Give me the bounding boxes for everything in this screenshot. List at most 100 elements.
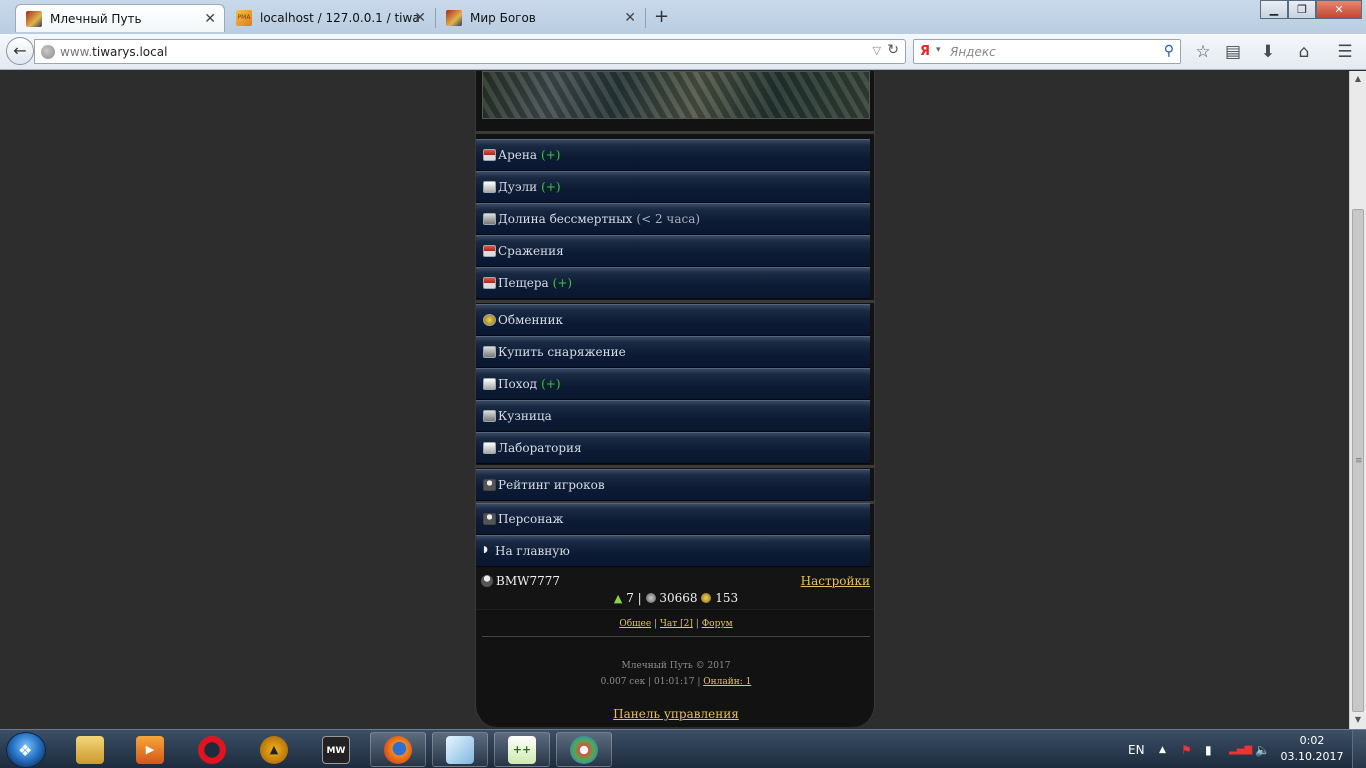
tab-separator: [645, 8, 646, 28]
folder-icon: [76, 735, 104, 764]
home-icon[interactable]: ⌂: [1293, 42, 1315, 62]
aimp-taskbar-button[interactable]: ▲: [246, 732, 302, 767]
reading-list-icon[interactable]: ▤: [1222, 42, 1244, 62]
downloads-icon[interactable]: ⬇: [1257, 42, 1279, 62]
notepadpp-taskbar-button[interactable]: ++: [494, 732, 550, 767]
back-button[interactable]: ←: [6, 37, 34, 65]
yandex-logo-icon[interactable]: Я: [920, 44, 930, 59]
network-icon[interactable]: ▂▄▆: [1229, 730, 1252, 768]
language-indicator[interactable]: EN: [1128, 730, 1145, 768]
tab-title: Млечный Путь: [50, 11, 142, 26]
menu-item-label: Пещера: [498, 276, 549, 290]
device-icon[interactable]: ▮: [1205, 730, 1212, 768]
system-clock[interactable]: 0:02 03.10.2017: [1278, 733, 1346, 765]
status-plus: (+): [552, 276, 573, 290]
gold-value: 153: [715, 591, 739, 605]
paint-taskbar-button[interactable]: [556, 732, 612, 767]
search-placeholder[interactable]: Яндекс: [950, 45, 996, 59]
close-window-button[interactable]: ✕: [1316, 0, 1362, 19]
url-text[interactable]: www.tiwarys.local: [60, 45, 167, 59]
bookmark-star-icon[interactable]: ☆: [1192, 42, 1214, 62]
menu-item-label: Дуэли: [498, 180, 538, 194]
show-hidden-icons-icon[interactable]: ▲: [1159, 730, 1166, 768]
globe-icon: [41, 45, 55, 59]
notes-taskbar-button[interactable]: [432, 732, 488, 767]
search-icon[interactable]: ⚲: [1164, 43, 1174, 59]
volume-icon[interactable]: 🔈: [1255, 730, 1270, 768]
tab-phpmyadmin[interactable]: PMA localhost / 127.0.0.1 / tiwar... ✕: [226, 4, 434, 32]
scroll-thumb[interactable]: ≡: [1352, 209, 1364, 712]
minimize-button[interactable]: ▁: [1260, 0, 1288, 19]
nfs-taskbar-button[interactable]: MW: [308, 732, 364, 767]
menu-item-character[interactable]: Персонаж: [476, 503, 870, 535]
online-link[interactable]: Онлайн: 1: [703, 677, 751, 687]
windows-logo-icon: ❖: [18, 741, 33, 760]
duel-icon: [483, 181, 496, 193]
clock-time: 0:02: [1299, 734, 1325, 747]
firefox-taskbar-button[interactable]: [370, 732, 426, 767]
tab-mlechny-put[interactable]: Млечный Путь ✕: [15, 4, 225, 32]
menu-item-label: Обменник: [498, 313, 563, 327]
menu-item-campaign[interactable]: Поход (+): [476, 368, 870, 400]
silver-coin-icon: [645, 593, 656, 603]
menu-item-home[interactable]: ◗ На главную: [476, 535, 870, 567]
close-icon[interactable]: ✕: [414, 10, 426, 26]
start-button[interactable]: ❖: [6, 732, 46, 768]
menu-item-exchange[interactable]: Обменник: [476, 304, 870, 336]
new-tab-button[interactable]: +: [654, 6, 669, 27]
forum-link[interactable]: Форум: [702, 619, 733, 629]
show-desktop-button[interactable]: [1352, 730, 1366, 768]
windows-taskbar: ❖ ▶ ▲ MW ++ EN ▲ ⚑ ▮ ▂▄▆ 🔈 0:02 03.10.20…: [0, 729, 1366, 768]
browser-tab-bar: Млечный Путь ✕ PMA localhost / 127.0.0.1…: [0, 0, 1366, 34]
history-dropdown-icon[interactable]: ▽: [873, 44, 881, 57]
page-scrollbar[interactable]: ▲ ≡ ▼: [1349, 71, 1366, 729]
menu-item-laboratory[interactable]: Лаборатория: [476, 432, 870, 464]
address-bar[interactable]: www.tiwarys.local ▽ ↻: [34, 39, 906, 64]
media-player-icon: ▶: [136, 735, 164, 764]
maximize-button[interactable]: ❐: [1288, 0, 1316, 19]
user-info: BMW7777 Настройки ▲ 7 | 30668 153: [476, 568, 874, 610]
user-icon: [483, 479, 496, 491]
game-favicon-icon: [26, 10, 42, 27]
reload-icon[interactable]: ↻: [887, 42, 899, 58]
menu-icon[interactable]: ☰: [1334, 42, 1356, 62]
gold-coin-icon: [701, 593, 712, 603]
menu-item-label: Персонаж: [498, 512, 564, 526]
close-icon[interactable]: ✕: [204, 11, 216, 27]
firefox-icon: [384, 735, 412, 764]
menu-item-valley[interactable]: Долина бессмертных (< 2 часа): [476, 203, 870, 235]
opera-taskbar-button[interactable]: [184, 732, 240, 767]
media-player-taskbar-button[interactable]: ▶: [122, 732, 178, 767]
campaign-icon: [483, 378, 496, 390]
settings-link[interactable]: Настройки: [801, 574, 870, 588]
valley-icon: [483, 213, 496, 225]
cave-icon: [483, 277, 496, 289]
menu-item-forge[interactable]: Кузница: [476, 400, 870, 432]
search-bar[interactable]: Я ▾ Яндекс ⚲: [913, 39, 1181, 64]
chat-link[interactable]: Чат [2]: [660, 619, 693, 629]
menu-item-buy-equipment[interactable]: Купить снаряжение: [476, 336, 870, 368]
menu-item-cave[interactable]: Пещера (+): [476, 267, 870, 299]
admin-panel-link[interactable]: Панель управления: [476, 707, 874, 721]
explorer-taskbar-button[interactable]: [62, 732, 118, 767]
battle-icon: [483, 245, 496, 257]
browser-nav-bar: ← www.tiwarys.local ▽ ↻ Я ▾ Яндекс ⚲ ☆ ▤…: [0, 34, 1366, 70]
footer-links: Общее | Чат [2] | Форум: [619, 619, 733, 629]
close-icon[interactable]: ✕: [624, 10, 636, 26]
action-center-icon[interactable]: ⚑: [1181, 730, 1192, 768]
scroll-down-icon[interactable]: ▼: [1350, 712, 1366, 728]
menu-item-duels[interactable]: Дуэли (+): [476, 171, 870, 203]
tab-mir-bogov[interactable]: Мир Богов ✕: [436, 4, 644, 32]
menu-item-arena[interactable]: Арена (+): [476, 139, 870, 171]
general-link[interactable]: Общее: [619, 619, 651, 629]
menu-item-rating[interactable]: Рейтинг игроков: [476, 469, 870, 501]
phpmyadmin-favicon-icon: PMA: [236, 10, 252, 26]
menu-item-label: Сражения: [498, 244, 564, 258]
search-engine-dropdown-icon[interactable]: ▾: [936, 45, 941, 55]
level-up-arrow-icon: ▲: [613, 592, 623, 605]
scroll-up-icon[interactable]: ▲: [1350, 71, 1366, 87]
status-plus: (+): [541, 148, 561, 162]
menu-item-battles[interactable]: Сражения: [476, 235, 870, 267]
status-plus: (+): [541, 180, 561, 194]
arena-icon: [483, 149, 496, 161]
